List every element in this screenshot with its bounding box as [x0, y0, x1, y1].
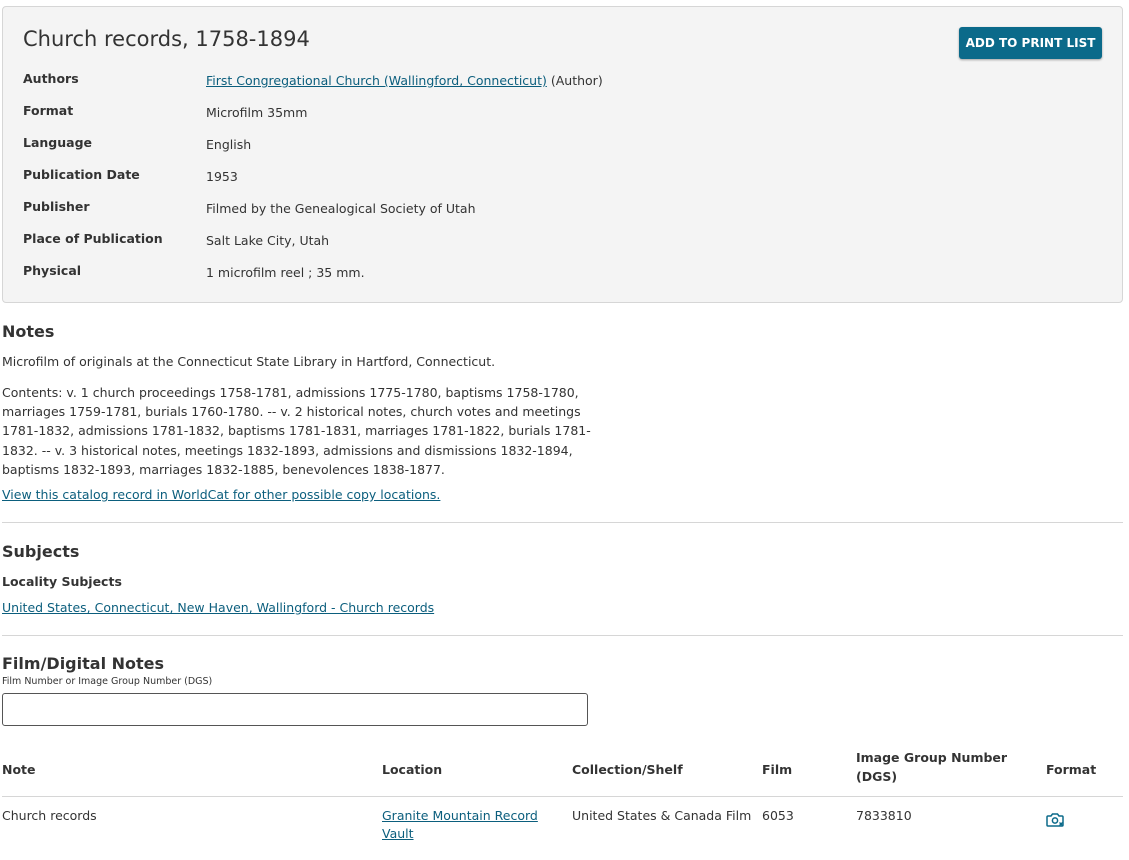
row-dgs-number: 7833810 [856, 808, 912, 823]
locality-subjects-label: Locality Subjects [2, 574, 122, 589]
locality-subject-link[interactable]: United States, Connecticut, New Haven, W… [2, 598, 434, 617]
author-link[interactable]: First Congregational Church (Wallingford… [206, 73, 547, 88]
subjects-heading: Subjects [2, 542, 80, 561]
film-number-input[interactable] [2, 693, 588, 726]
column-header-collection: Collection/Shelf [572, 762, 683, 777]
authors-label: Authors [23, 71, 79, 86]
language-value: English [206, 137, 252, 152]
column-header-dgs: Image Group Number (DGS) [856, 750, 1008, 784]
physical-value: 1 microfilm reel ; 35 mm. [206, 265, 365, 280]
meta-row-authors: Authors First Congregational Church (Wal… [23, 71, 1103, 95]
language-label: Language [23, 135, 93, 150]
column-header-note: Note [2, 762, 36, 777]
place-value: Salt Lake City, Utah [206, 233, 330, 248]
format-label: Format [23, 103, 74, 118]
row-location-link[interactable]: Granite Mountain Record Vault [382, 807, 557, 843]
column-header-film: Film [762, 762, 793, 777]
film-notes-heading: Film/Digital Notes [2, 654, 165, 673]
publisher-value: Filmed by the Genealogical Society of Ut… [206, 201, 476, 216]
notes-contents: Contents: v. 1 church proceedings 1758-1… [2, 385, 591, 477]
row-note: Church records [2, 808, 97, 823]
record-summary-card: Church records, 1758-1894 ADD TO PRINT L… [2, 6, 1123, 303]
publication-date-value: 1953 [206, 169, 238, 184]
meta-row-place: Place of Publication Salt Lake City, Uta… [23, 231, 1103, 255]
meta-row-publication-date: Publication Date 1953 [23, 167, 1103, 191]
worldcat-link[interactable]: View this catalog record in WorldCat for… [2, 485, 440, 504]
meta-row-publisher: Publisher Filmed by the Genealogical Soc… [23, 199, 1103, 223]
publisher-label: Publisher [23, 199, 90, 214]
place-label: Place of Publication [23, 231, 163, 246]
column-header-location: Location [382, 762, 443, 777]
notes-heading: Notes [2, 322, 55, 341]
format-value: Microfilm 35mm [206, 105, 308, 120]
column-header-format: Format [1046, 762, 1097, 777]
section-divider [2, 635, 1123, 636]
authors-value: First Congregational Church (Wallingford… [206, 73, 603, 88]
table-header-rule [2, 796, 1123, 797]
record-title: Church records, 1758-1894 [23, 27, 310, 51]
camera-icon[interactable] [1046, 812, 1066, 828]
add-to-print-list-button[interactable]: ADD TO PRINT LIST [959, 27, 1102, 59]
row-collection: United States & Canada Film [572, 808, 752, 823]
film-number-label: Film Number or Image Group Number (DGS) [2, 676, 213, 687]
meta-row-format: Format Microfilm 35mm [23, 103, 1103, 127]
camera-icon-graphic [1046, 813, 1064, 827]
meta-row-language: Language English [23, 135, 1103, 159]
row-film-number: 6053 [762, 808, 794, 823]
meta-row-physical: Physical 1 microfilm reel ; 35 mm. [23, 263, 1103, 287]
author-role: (Author) [550, 73, 603, 88]
publication-date-label: Publication Date [23, 167, 140, 182]
section-divider [2, 522, 1123, 523]
notes-original-location: Microfilm of originals at the Connecticu… [2, 354, 496, 369]
physical-label: Physical [23, 263, 82, 278]
